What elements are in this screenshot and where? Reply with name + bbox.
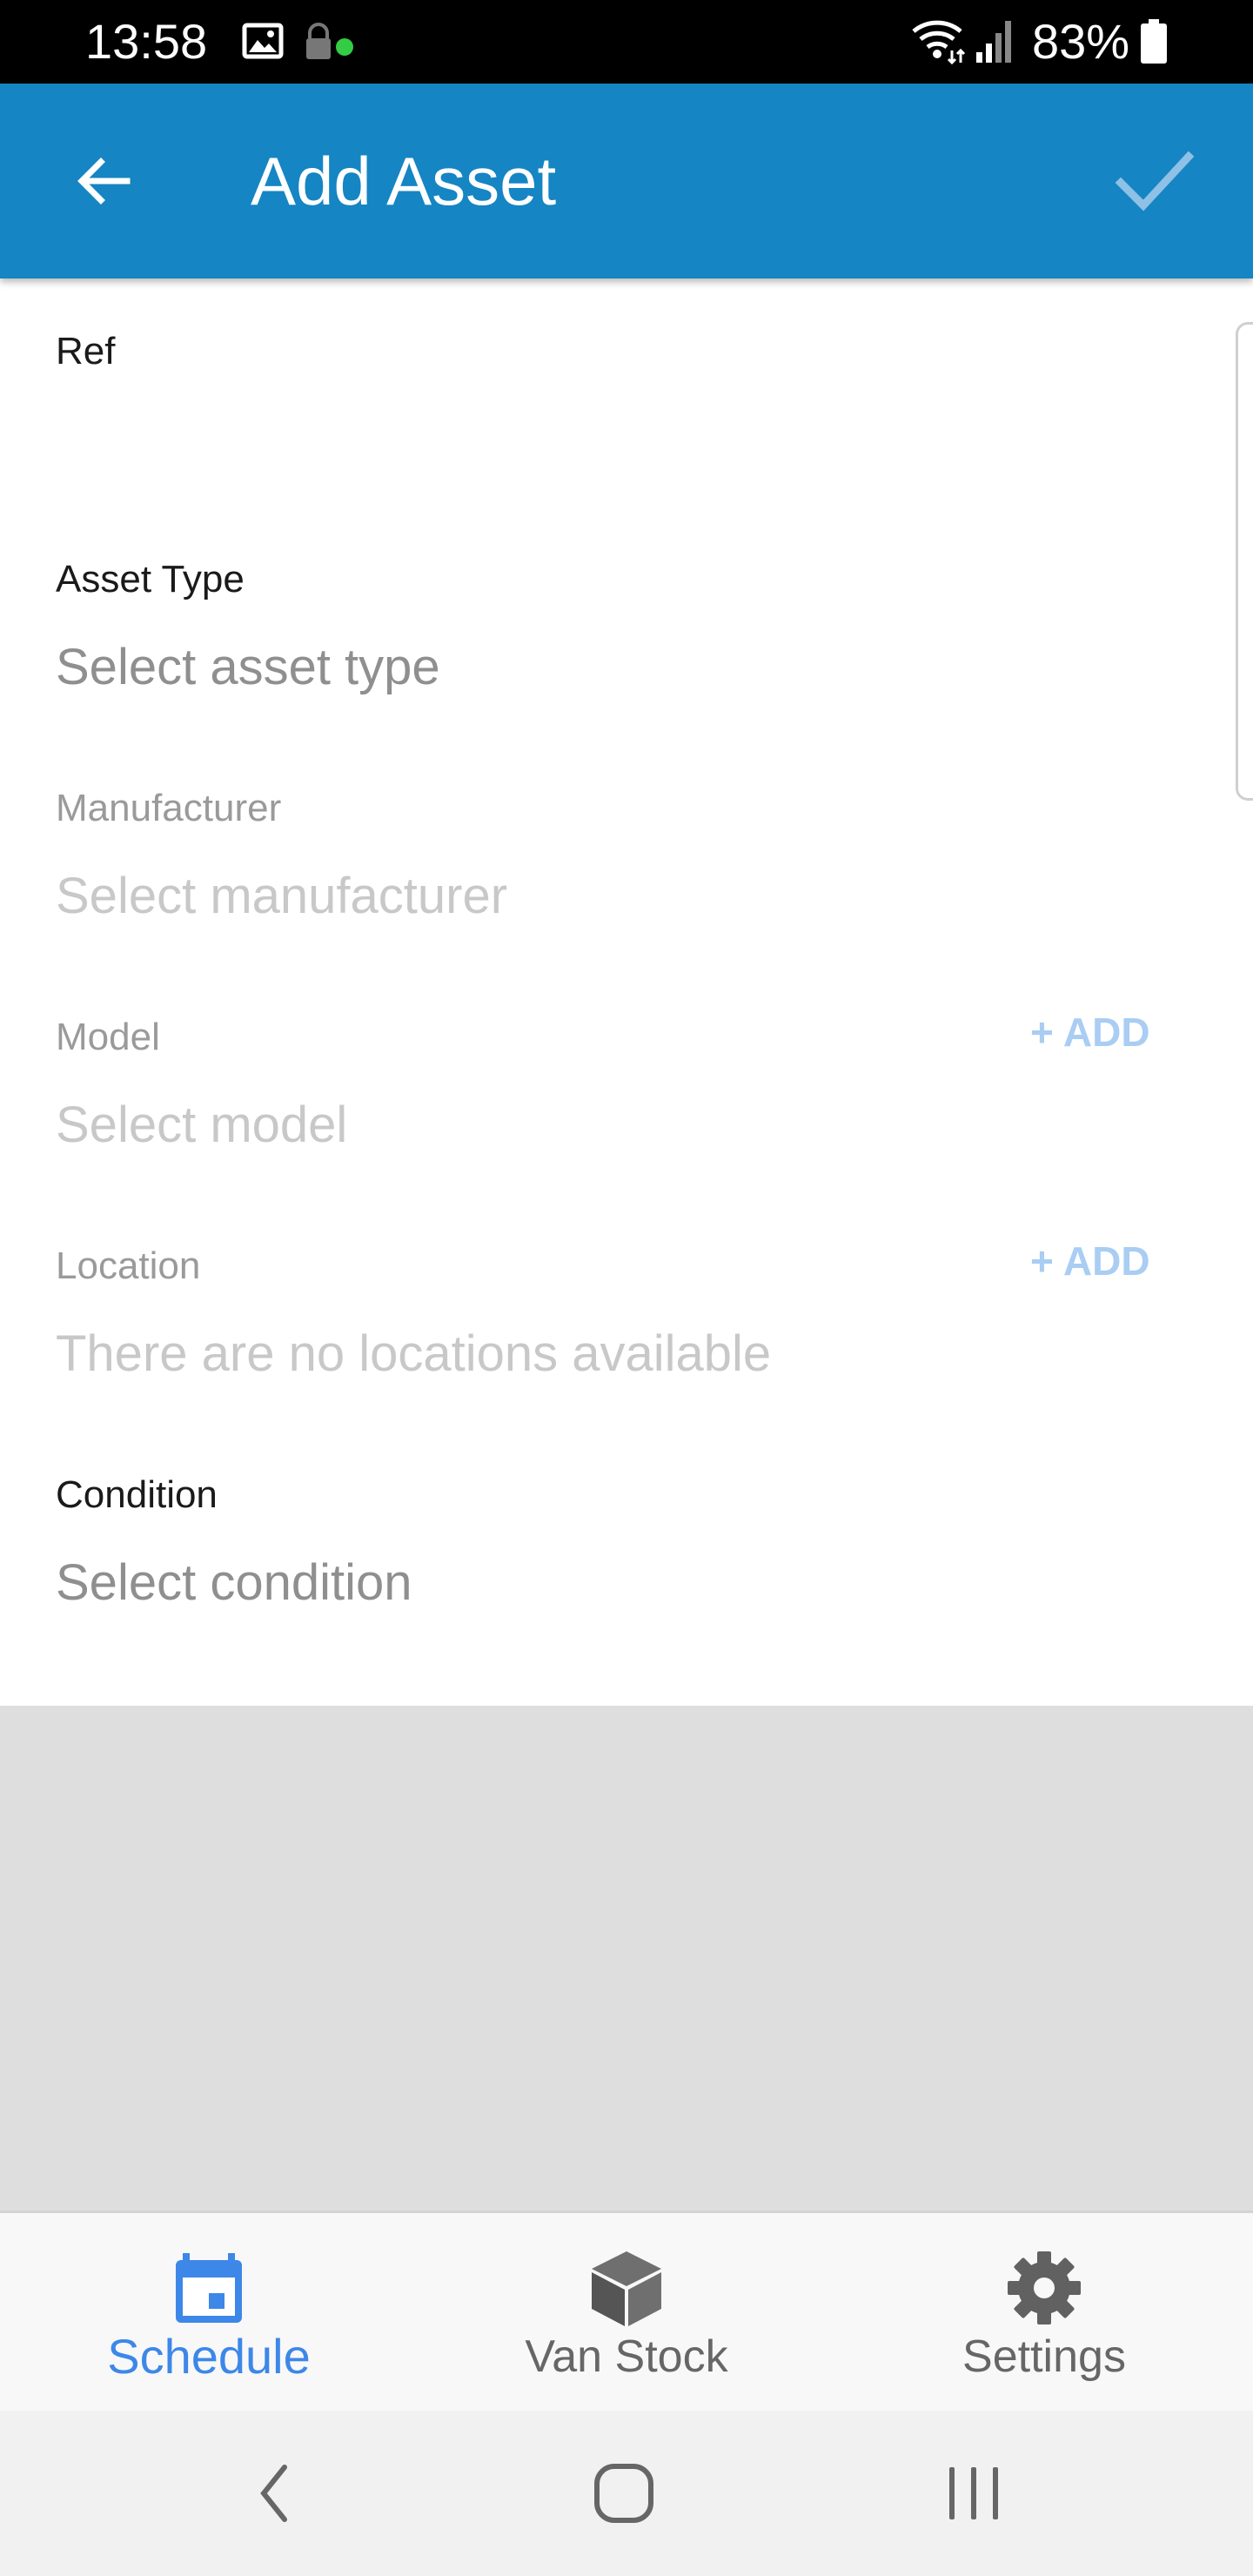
save-button[interactable] (1105, 132, 1203, 230)
location-label: Location (56, 1244, 201, 1287)
condition-field[interactable]: Condition Select condition (56, 1471, 1187, 1619)
recents-icon (949, 2467, 998, 2519)
manufacturer-select[interactable]: Select manufacturer (56, 864, 507, 929)
ref-field[interactable]: Ref (56, 327, 1187, 501)
scroll-indicator (1236, 322, 1253, 801)
image-icon (242, 23, 284, 59)
battery-icon (1141, 19, 1167, 64)
condition-label: Condition (56, 1473, 218, 1516)
asset-type-label: Asset Type (56, 558, 245, 600)
vpn-icon (306, 23, 353, 59)
manufacturer-field: Manufacturer Select manufacturer (56, 784, 1187, 932)
nav-label-van-stock: Van Stock (525, 2331, 728, 2382)
model-select[interactable]: Select model (56, 1093, 347, 1157)
screen: 13:58 83% Add Asset Ref Asset Type Selec… (0, 0, 1253, 2576)
location-field: Location + ADD There are no locations av… (56, 1238, 1187, 1390)
battery-percent: 83% (1032, 14, 1130, 69)
asset-type-field[interactable]: Asset Type Select asset type (56, 555, 1187, 703)
nav-item-van-stock[interactable]: Van Stock (418, 2213, 835, 2413)
system-navigation-bar (0, 2411, 1253, 2576)
check-icon (1115, 151, 1194, 211)
system-home-button[interactable] (576, 2445, 672, 2541)
calendar-icon (176, 2253, 242, 2323)
home-icon (594, 2464, 653, 2523)
arrow-back-icon (77, 158, 131, 205)
nav-item-schedule[interactable]: Schedule (0, 2213, 418, 2413)
page-title: Add Asset (251, 143, 557, 219)
location-select[interactable]: There are no locations available (56, 1322, 771, 1386)
add-location-button[interactable]: + ADD (1030, 1237, 1150, 1285)
nav-label-settings: Settings (962, 2331, 1126, 2382)
system-back-button[interactable] (226, 2445, 322, 2541)
app-bar: Add Asset (0, 84, 1253, 278)
manufacturer-label: Manufacturer (56, 787, 282, 829)
wifi-icon (912, 20, 966, 64)
asset-type-select[interactable]: Select asset type (56, 635, 440, 700)
model-label: Model (56, 1016, 160, 1058)
signal-icon (976, 21, 1011, 63)
ref-label: Ref (56, 330, 116, 372)
chevron-left-icon (260, 2465, 287, 2522)
status-time: 13:58 (85, 14, 208, 69)
box-icon (592, 2251, 661, 2326)
asset-form: Ref Asset Type Select asset type Manufac… (0, 278, 1253, 1706)
back-button[interactable] (56, 132, 153, 230)
model-field: Model + ADD Select model (56, 1010, 1187, 1161)
add-model-button[interactable]: + ADD (1030, 1008, 1150, 1057)
bottom-navigation: Schedule Van Stock Settings (0, 2210, 1253, 2411)
status-bar: 13:58 83% (0, 0, 1253, 84)
nav-item-settings[interactable]: Settings (835, 2213, 1253, 2413)
system-recents-button[interactable] (926, 2445, 1022, 2541)
condition-select[interactable]: Select condition (56, 1551, 412, 1615)
gear-icon (1008, 2251, 1081, 2324)
nav-label-schedule: Schedule (107, 2329, 311, 2384)
